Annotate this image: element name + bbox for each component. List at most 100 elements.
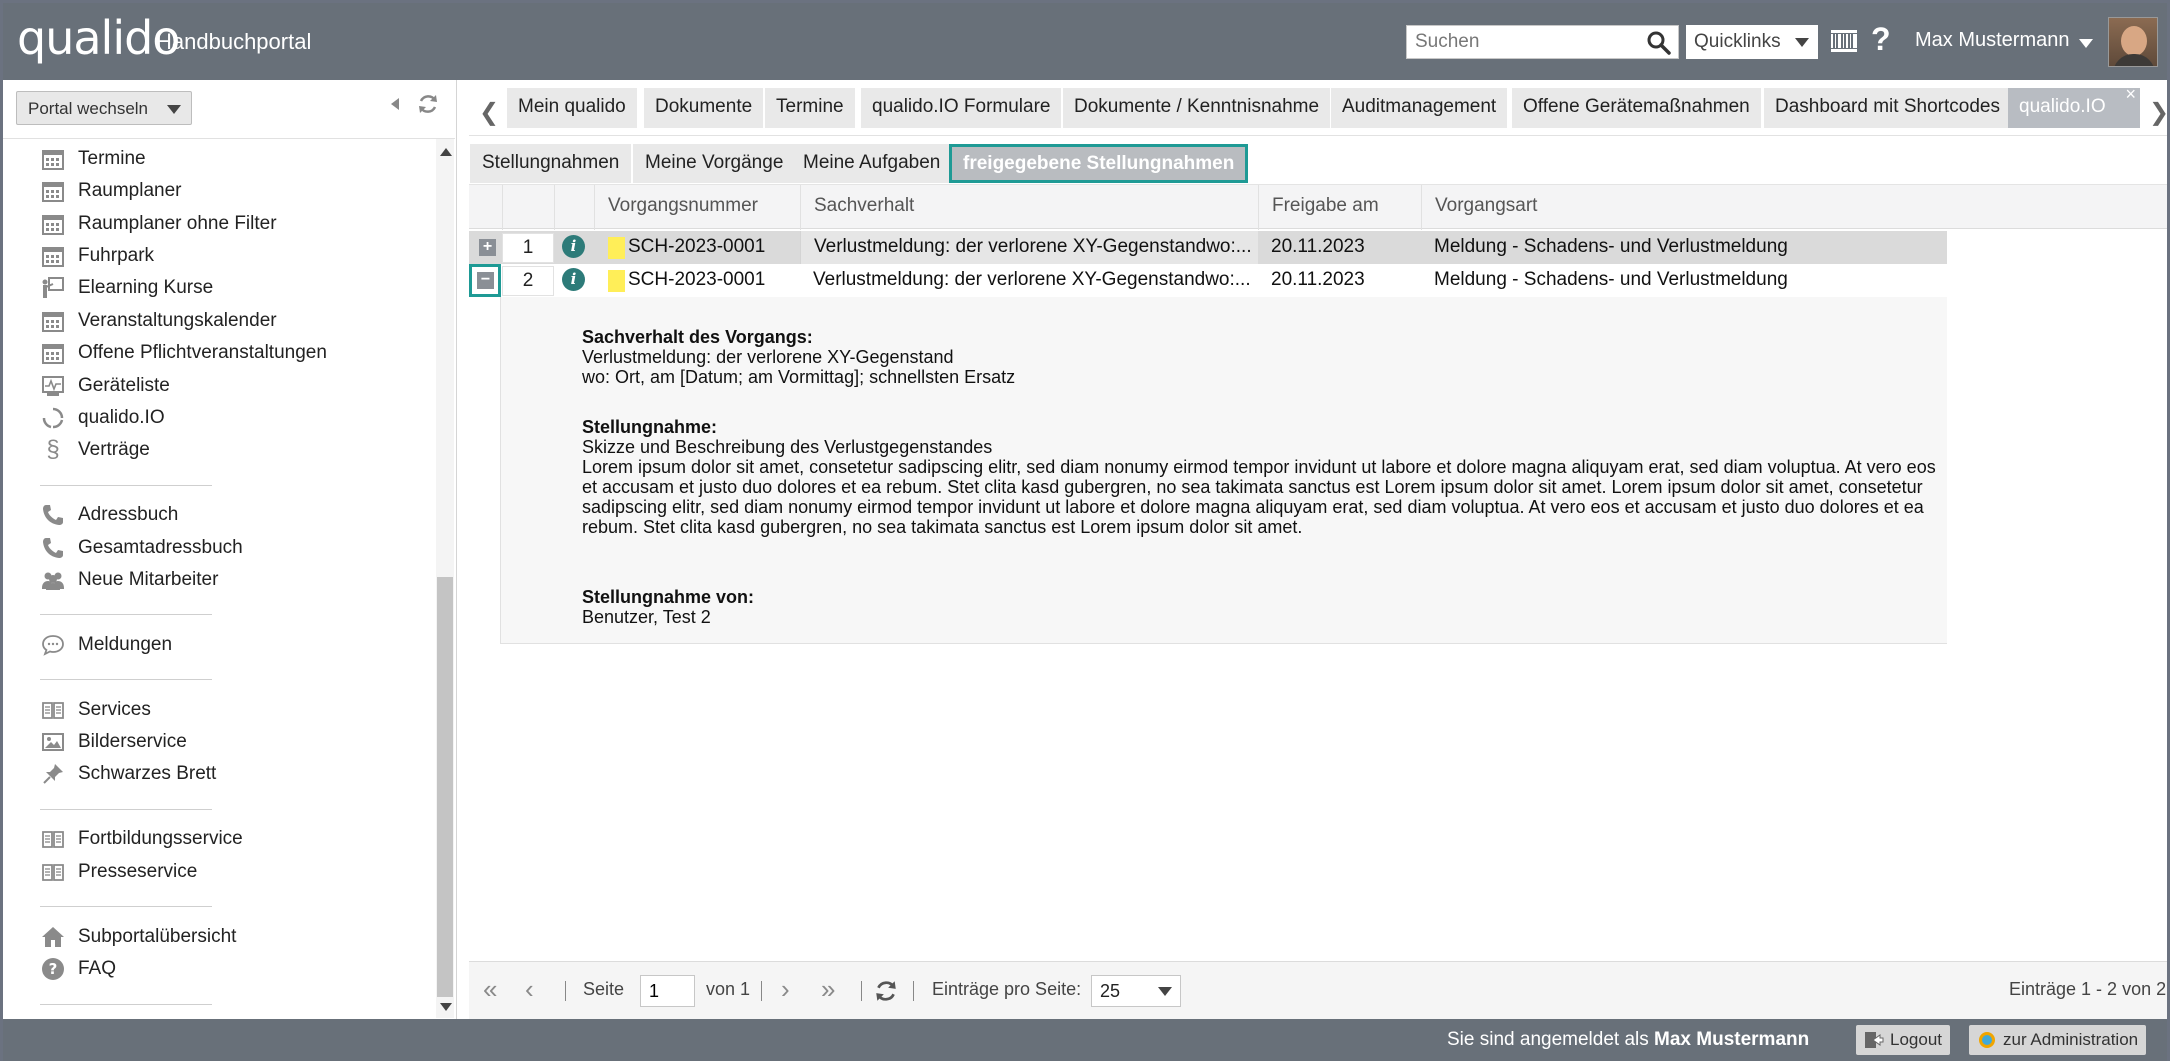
table-row[interactable]: + 1 i SCH-2023-0001 Verlustmeldung: der … [469, 231, 1947, 264]
sidebar-item-veranstaltungskalender[interactable]: Veranstaltungskalender [40, 307, 277, 335]
sidebar-item-label: Offene Pflichtveranstaltungen [78, 342, 327, 363]
subtab-meine-aufgaben[interactable]: Meine Aufgaben [791, 144, 953, 183]
sidebar-item-label: Presseservice [78, 861, 198, 882]
sidebar: Portal wechseln Termine Raumplaner Raump… [3, 80, 457, 1019]
tab-dokumente[interactable]: Dokumente [644, 88, 764, 128]
info-icon[interactable]: i [562, 235, 585, 258]
sidebar-item-vertraege[interactable]: § Verträge [40, 436, 150, 464]
tab-dashboard-mit-shortcodes[interactable]: Dashboard mit Shortcodes [1764, 88, 2011, 128]
sidebar-item-geraeteliste[interactable]: Geräteliste [40, 372, 170, 400]
tabs-prev-icon[interactable]: ❮ [479, 98, 499, 127]
pager-divider [761, 981, 762, 1001]
sidebar-item-fuhrpark[interactable]: Fuhrpark [40, 242, 154, 270]
user-chevron-down-icon[interactable] [2079, 39, 2093, 48]
per-page-select[interactable]: 25 [1091, 975, 1181, 1007]
tab-dokumente-kenntnisnahme[interactable]: Dokumente / Kenntnisnahme [1063, 88, 1331, 128]
admin-label: zur Administration [2003, 1030, 2139, 1049]
subtab-label: Stellungnahmen [482, 152, 620, 173]
subtab-label: Meine Aufgaben [803, 152, 941, 173]
barcode-icon[interactable] [1831, 30, 1857, 52]
tabs-next-icon[interactable]: ❯ [2149, 98, 2169, 127]
close-icon[interactable]: × [2125, 84, 2136, 105]
logout-label: Logout [1890, 1030, 1942, 1049]
sidebar-item-subportaluebersicht[interactable]: Subportalübersicht [40, 923, 236, 951]
sidebar-item-fortbildungsservice[interactable]: Fortbildungsservice [40, 825, 243, 853]
scroll-down-icon[interactable] [440, 1003, 452, 1011]
sidebar-item-offene-pflichtveranstaltungen[interactable]: Offene Pflichtveranstaltungen [40, 339, 327, 367]
refresh-icon[interactable] [416, 92, 440, 116]
detail-stellungnahme-body: Lorem ipsum dolor sit amet, consetetur s… [582, 457, 1936, 537]
portal-switch-dropdown[interactable]: Portal wechseln [16, 91, 192, 125]
subtab-stellungnahmen[interactable]: Stellungnahmen [470, 144, 632, 183]
quicklinks-dropdown[interactable]: Quicklinks [1686, 25, 1818, 59]
grid-header: Vorgangsnummer Sachverhalt Freigabe am V… [469, 184, 2167, 230]
tab-mein-qualido[interactable]: Mein qualido [507, 88, 637, 128]
pager-divider [565, 981, 566, 1001]
column-header-sachverhalt[interactable]: Sachverhalt [800, 185, 1258, 230]
detail-sachverhalt: Sachverhalt des Vorgangs: Verlustmeldung… [582, 327, 1937, 387]
prev-page-icon[interactable]: ‹ [525, 974, 534, 1005]
sidebar-item-adressbuch[interactable]: Adressbuch [40, 501, 178, 529]
sidebar-item-faq[interactable]: ? FAQ [40, 955, 116, 983]
avatar[interactable] [2108, 17, 2158, 67]
pager-divider [913, 981, 914, 1001]
column-header-freigabe-am[interactable]: Freigabe am [1258, 185, 1421, 230]
sidebar-item-raumplaner-ohne-filter[interactable]: Raumplaner ohne Filter [40, 210, 277, 238]
sidebar-item-raumplaner[interactable]: Raumplaner [40, 177, 182, 205]
last-page-icon[interactable]: » [821, 974, 835, 1005]
search-input[interactable] [1407, 26, 1637, 58]
portal-name: Handbuchportal [156, 29, 312, 54]
portal-switch-label: Portal wechseln [28, 99, 149, 118]
chevron-down-icon [1158, 987, 1172, 996]
sidebar-item-bilderservice[interactable]: Bilderservice [40, 728, 187, 756]
tab-qualido-io[interactable]: qualido.IO × [2008, 84, 2140, 128]
user-menu-name[interactable]: Max Mustermann [1915, 29, 2070, 52]
sidebar-item-services[interactable]: Services [40, 696, 151, 724]
sidebar-item-termine[interactable]: Termine [40, 145, 146, 173]
column-header-number [502, 185, 554, 230]
sidebar-item-label: Adressbuch [78, 504, 179, 525]
image-icon [40, 729, 66, 755]
sidebar-separator [40, 485, 212, 486]
admin-button[interactable]: zur Administration [1969, 1025, 2147, 1055]
sidebar-item-presseservice[interactable]: Presseservice [40, 858, 197, 886]
column-header-vorgangsnummer[interactable]: Vorgangsnummer [594, 185, 800, 230]
collapse-sidebar-icon[interactable] [391, 98, 399, 110]
table-row[interactable]: − 2 i SCH-2023-0001 Verlustmeldung: der … [469, 264, 1947, 297]
subtab-freigegebene-stellungnahmen[interactable]: freigegebene Stellungnahmen [949, 144, 1249, 183]
chevron-down-icon [1795, 38, 1809, 47]
tab-auditmanagement[interactable]: Auditmanagement [1331, 88, 1508, 128]
help-icon[interactable]: ? [1871, 21, 1891, 58]
sidebar-item-elearning-kurse[interactable]: Elearning Kurse [40, 274, 213, 302]
expand-row-icon[interactable]: + [479, 239, 496, 256]
sidebar-item-label: Subportalübersicht [78, 926, 237, 947]
sidebar-item-qualido-io[interactable]: qualido.IO [40, 404, 165, 432]
cell-sachverhalt: Verlustmeldung: der verlorene XY-Gegenst… [813, 269, 1251, 290]
tab-termine[interactable]: Termine [765, 88, 855, 128]
scroll-up-icon[interactable] [440, 148, 452, 156]
chevron-down-icon [167, 105, 181, 114]
pagination-bar: « ‹ Seite von 1 › » Einträge pro Seite: … [469, 961, 2167, 1019]
per-page-value: 25 [1100, 981, 1121, 1001]
info-icon[interactable]: i [562, 268, 585, 291]
search-box [1406, 25, 1679, 59]
sidebar-item-label: FAQ [78, 958, 117, 979]
cell-freigabe: 20.11.2023 [1271, 236, 1365, 257]
subtab-meine-vorgaenge[interactable]: Meine Vorgänge [633, 144, 796, 183]
next-page-icon[interactable]: › [781, 974, 790, 1005]
collapse-row-button[interactable]: − [469, 264, 501, 297]
sidebar-scroll-thumb[interactable] [437, 577, 453, 997]
presentation-icon [40, 275, 66, 301]
tab-offene-geraetemassnahmen[interactable]: Offene Gerätemaßnahmen [1512, 88, 1761, 128]
sidebar-item-gesamtadressbuch[interactable]: Gesamtadressbuch [40, 534, 243, 562]
logout-button[interactable]: Logout [1856, 1025, 1950, 1055]
sidebar-item-schwarzes-brett[interactable]: Schwarzes Brett [40, 760, 216, 788]
search-icon[interactable] [1646, 30, 1672, 56]
sidebar-item-neue-mitarbeiter[interactable]: Neue Mitarbeiter [40, 566, 218, 594]
tab-qualido-io-formulare[interactable]: qualido.IO Formulare [861, 88, 1062, 128]
first-page-icon[interactable]: « [483, 974, 497, 1005]
sidebar-item-meldungen[interactable]: Meldungen [40, 631, 172, 659]
column-header-vorgangsart[interactable]: Vorgangsart [1421, 185, 1947, 230]
page-number-input[interactable] [640, 975, 695, 1007]
refresh-icon[interactable] [873, 978, 899, 1004]
